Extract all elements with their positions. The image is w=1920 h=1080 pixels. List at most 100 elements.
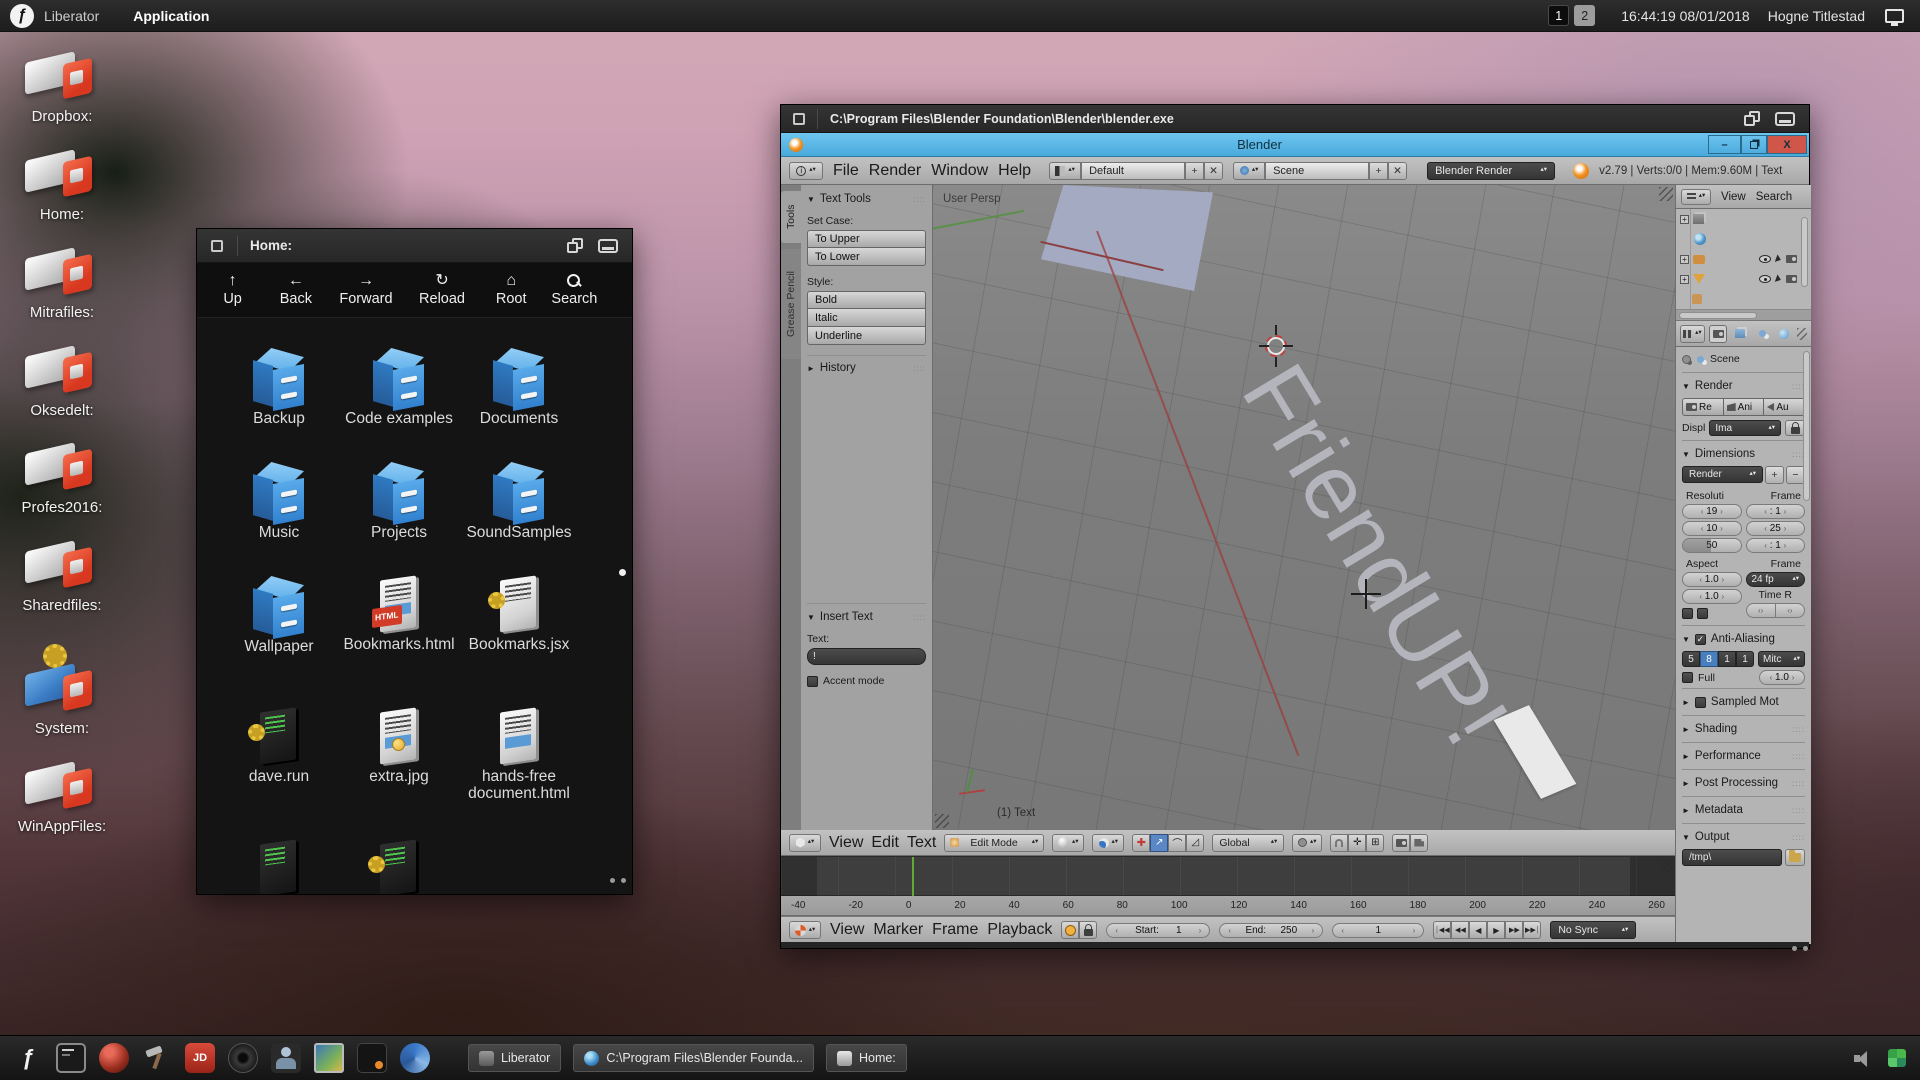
file-item-backup[interactable]: Backup	[223, 348, 335, 427]
window-shade-icon[interactable]	[1775, 112, 1795, 126]
italic-button[interactable]: Italic	[807, 309, 926, 327]
window-clone-icon[interactable]	[566, 238, 588, 254]
menu-file[interactable]: File	[833, 162, 859, 180]
dock-blue-swirl-icon[interactable]	[400, 1043, 430, 1073]
desktop-icon-sharedfiles[interactable]: Sharedfiles:	[14, 537, 110, 614]
resolution-x-field[interactable]: ‹ 19 ›	[1682, 504, 1742, 519]
expand-icon[interactable]: +	[1680, 255, 1689, 264]
window-clone-icon[interactable]	[1743, 111, 1765, 127]
display-mode-select[interactable]: Ima▴▾	[1709, 420, 1781, 436]
border-checkbox[interactable]	[1682, 608, 1693, 619]
snap-target-icon[interactable]: ⊞	[1366, 834, 1384, 852]
file-item-bookmarks-html[interactable]: HTMLBookmarks.html	[343, 576, 455, 653]
insert-text-panel-header[interactable]: ▼Insert Text::::	[807, 607, 926, 627]
desktop-icon-profes2016[interactable]: Profes2016:	[14, 439, 110, 516]
render-preset-select[interactable]: Render▴▾	[1682, 466, 1763, 483]
to-upper-button[interactable]: To Upper	[807, 230, 926, 248]
next-keyframe-button[interactable]: ▶▶	[1505, 921, 1523, 939]
tab-grease-pencil[interactable]: Grease Pencil	[781, 249, 801, 359]
menu-application[interactable]: Application	[133, 8, 209, 24]
fm-titlebar[interactable]: Home:	[197, 229, 632, 263]
back-button[interactable]: ←Back	[264, 273, 327, 307]
render-still-button[interactable]: Re	[1682, 398, 1724, 416]
current-frame-playhead[interactable]	[912, 857, 914, 897]
add-scene-button[interactable]: +	[1369, 162, 1388, 180]
dock-user-icon[interactable]	[271, 1043, 301, 1073]
outliner-tree[interactable]: + + +	[1676, 209, 1811, 309]
manipulator-rotate-icon[interactable]: ⌒	[1168, 834, 1186, 852]
viewport-menu-text[interactable]: Text	[907, 834, 936, 852]
area-corner-grip[interactable]	[935, 814, 949, 828]
timeline-menu-playback[interactable]: Playback	[987, 921, 1052, 939]
reload-button[interactable]: ↻Reload	[404, 273, 479, 307]
metadata-panel-header[interactable]: ►Metadata::::	[1682, 800, 1805, 820]
file-item-soundsamples[interactable]: SoundSamples	[463, 462, 575, 541]
renderable-camera-icon[interactable]	[1786, 275, 1797, 283]
dock-hammer-icon[interactable]	[142, 1043, 172, 1073]
render-animation-button[interactable]: Ani	[1724, 398, 1765, 416]
selectable-pointer-icon[interactable]	[1775, 254, 1782, 263]
frame-end-field[interactable]: ‹ 25 ›	[1746, 521, 1806, 536]
tab-world-context[interactable]	[1775, 325, 1793, 343]
antialiasing-checkbox[interactable]: ✓	[1695, 634, 1706, 645]
aa-samples-5-button[interactable]: 5	[1682, 651, 1700, 667]
outliner-row-text-object[interactable]: +	[1676, 269, 1811, 289]
viewport-3d[interactable]: User Persp FriendUP!	[933, 185, 1675, 830]
tab-scene-context[interactable]	[1753, 325, 1771, 343]
file-item-bookmarks-jsx[interactable]: Bookmarks.jsx	[463, 576, 575, 653]
post-processing-panel-header[interactable]: ►Post Processing::::	[1682, 773, 1805, 793]
volume-icon[interactable]	[1854, 1050, 1874, 1066]
maximize-button[interactable]	[1741, 135, 1767, 154]
accent-mode-checkbox[interactable]	[807, 676, 818, 687]
transform-orientation-select[interactable]: Global▴▾	[1212, 834, 1284, 852]
render-engine-select[interactable]: Blender Render▴▾	[1427, 162, 1555, 180]
frame-rate-select[interactable]: 24 fp▴▾	[1746, 572, 1806, 587]
panel-grip[interactable]: ::::	[913, 364, 926, 373]
outliner-row-world[interactable]	[1676, 229, 1811, 249]
time-remap-old-field[interactable]: ‹›	[1746, 603, 1776, 618]
sampled-motion-blur-panel-header[interactable]: ►Sampled Mot	[1682, 692, 1805, 712]
desktop-icon-winappfiles[interactable]: WinAppFiles:	[14, 758, 110, 835]
panel-grip[interactable]: ::::	[913, 195, 926, 204]
bold-button[interactable]: Bold	[807, 291, 926, 309]
viewport-shading-icon[interactable]: ▴▾	[1052, 834, 1084, 852]
editor-type-timeline-icon[interactable]: ▴▾	[789, 921, 821, 939]
properties-vscrollbar[interactable]	[1803, 351, 1810, 501]
time-remap-new-field[interactable]: ‹›	[1776, 603, 1805, 618]
editor-type-outliner-icon[interactable]: ▴▾	[1681, 189, 1711, 205]
timeline-menu-frame[interactable]: Frame	[932, 921, 978, 939]
text-object-face[interactable]	[1041, 185, 1213, 291]
blender-app-titlebar[interactable]: Blender – X	[781, 133, 1809, 157]
file-item-dave-run[interactable]: dave.run	[223, 708, 335, 785]
task-home[interactable]: Home:	[826, 1044, 907, 1072]
current-frame-field[interactable]: ‹1›	[1332, 923, 1424, 938]
outliner-vscrollbar[interactable]	[1801, 217, 1808, 287]
menu-help[interactable]: Help	[998, 162, 1031, 180]
insert-text-input[interactable]: !	[807, 648, 926, 665]
text-tools-panel-header[interactable]: ▼Text Tools::::	[807, 189, 926, 209]
render-audio-button[interactable]: Au	[1764, 398, 1805, 416]
task-blender[interactable]: C:\Program Files\Blender Founda...	[573, 1044, 814, 1072]
visibility-eye-icon[interactable]	[1759, 275, 1771, 283]
manipulator-scale-icon[interactable]: ◿	[1186, 834, 1204, 852]
end-frame-field[interactable]: ‹End:250›	[1219, 923, 1323, 938]
aspect-y-field[interactable]: ‹ 1.0 ›	[1682, 589, 1742, 604]
motion-blur-checkbox[interactable]	[1695, 697, 1706, 708]
area-corner-grip[interactable]	[1659, 187, 1673, 201]
search-button[interactable]: Search	[543, 274, 606, 307]
task-liberator[interactable]: Liberator	[468, 1044, 561, 1072]
timeline-menu-marker[interactable]: Marker	[873, 921, 923, 939]
play-button[interactable]: ▶	[1487, 921, 1505, 939]
underline-button[interactable]: Underline	[807, 327, 926, 345]
outliner-row-renderlayers[interactable]: +	[1676, 209, 1811, 229]
accent-mode-row[interactable]: Accent mode	[807, 675, 926, 687]
workspace-2-button[interactable]: 2	[1574, 5, 1595, 26]
outliner-menu-search[interactable]: Search	[1756, 191, 1792, 203]
snap-magnet-icon[interactable]	[1330, 834, 1348, 852]
friend-logo-icon[interactable]: ƒ	[10, 4, 34, 28]
blender-resize-grip[interactable]	[1786, 938, 1808, 956]
outliner-hscrollbar[interactable]	[1676, 309, 1811, 321]
crop-checkbox[interactable]	[1697, 608, 1708, 619]
full-sample-checkbox[interactable]	[1682, 672, 1693, 683]
aa-filter-select[interactable]: Mitc▴▾	[1758, 651, 1805, 667]
